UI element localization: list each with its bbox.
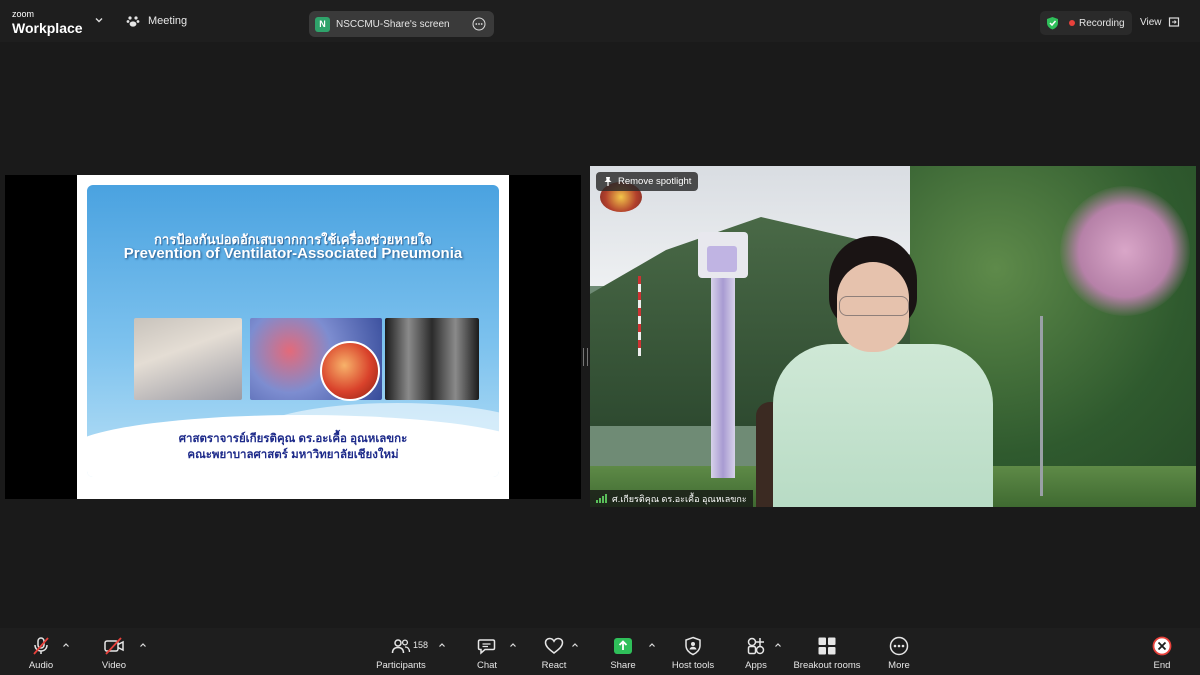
speaker-glasses (839, 296, 909, 316)
host-shield-icon (682, 635, 704, 657)
camera-off-icon (103, 635, 125, 657)
end-meeting-icon (1151, 635, 1173, 657)
view-label: View (1140, 16, 1162, 28)
speaker-body (773, 344, 993, 507)
paw-icon (126, 16, 140, 27)
end-label: End (1153, 660, 1171, 671)
breakout-rooms-label: Breakout rooms (793, 660, 861, 671)
slide-faculty: คณะพยาบาลศาสตร์ มหาวิทยาลัยเชียงใหม่ (187, 449, 399, 461)
more-options-icon[interactable] (472, 17, 486, 31)
view-layout-icon (1168, 17, 1179, 27)
brand-big: Workplace (12, 20, 83, 36)
chat-icon (476, 635, 498, 657)
zoom-logo[interactable]: zoom Workplace (12, 9, 83, 36)
slide-image-bacteria (320, 341, 380, 401)
slide-title: Prevention of Ventilator-Associated Pneu… (123, 245, 463, 262)
remove-spotlight-label: Remove spotlight (618, 176, 692, 187)
video-background-clock-tower (698, 232, 748, 478)
chevron-down-icon[interactable] (94, 15, 104, 25)
microphone-muted-icon (30, 635, 52, 657)
participants-options-chevron-icon[interactable] (438, 641, 446, 649)
participants-label: Participants (376, 660, 426, 671)
recording-dot-icon (1069, 20, 1075, 26)
breakout-rooms-button[interactable]: Breakout rooms (791, 628, 863, 675)
participant-name: ศ.เกียรติคุณ ดร.อะเคื้อ อุณหเลขกะ (612, 493, 747, 504)
tower-shaft (711, 278, 735, 478)
slide-image-ventilated-patient (134, 318, 242, 400)
participants-count: 158 (413, 640, 429, 650)
speaker-video-tile[interactable] (590, 166, 1196, 507)
more-button[interactable]: More (883, 628, 915, 675)
top-bar: zoom Workplace Meeting N NSCCMU-Share's … (0, 0, 1200, 42)
audio-label: Audio (28, 660, 54, 671)
remove-spotlight-button[interactable]: Remove spotlight (596, 172, 699, 191)
react-button[interactable]: React (538, 628, 570, 675)
meeting-toolbar: Audio Video Participants 158 Chat React … (0, 628, 1200, 675)
panel-resize-handle[interactable] (583, 348, 588, 366)
video-options-chevron-icon[interactable] (139, 641, 147, 649)
share-button[interactable]: Share (607, 628, 639, 675)
share-screen-icon (612, 635, 634, 657)
recording-label: Recording (1079, 17, 1125, 29)
more-icon (888, 635, 910, 657)
host-tools-button[interactable]: Host tools (668, 628, 718, 675)
meeting-label: Meeting (148, 15, 188, 27)
host-tools-label: Host tools (671, 660, 715, 671)
view-button[interactable]: View (1140, 16, 1180, 28)
react-label: React (541, 660, 567, 671)
participants-icon (390, 635, 412, 657)
video-button[interactable]: Video (96, 628, 132, 675)
participant-name-tag: ศ.เกียรติคุณ ดร.อะเคื้อ อุณหเลขกะ (590, 490, 753, 507)
brand-small: zoom (12, 9, 35, 19)
more-label: More (888, 660, 910, 671)
shield-check-icon (1047, 17, 1058, 30)
video-background-street-lamp (1040, 316, 1043, 496)
meeting-button[interactable]: Meeting (126, 14, 187, 28)
tower-clock (707, 246, 737, 272)
heart-icon (543, 635, 565, 657)
react-options-chevron-icon[interactable] (571, 641, 579, 649)
end-meeting-button[interactable]: End (1148, 628, 1176, 675)
video-background-antenna (638, 276, 641, 356)
share-options-chevron-icon[interactable] (648, 641, 656, 649)
apps-icon (745, 635, 767, 657)
share-pill-label: NSCCMU-Share's screen (336, 18, 450, 30)
screen-share-indicator[interactable]: N NSCCMU-Share's screen (309, 11, 494, 37)
chat-label: Chat (476, 660, 498, 671)
video-label: Video (101, 660, 127, 671)
chat-button[interactable]: Chat (472, 628, 502, 675)
audio-options-chevron-icon[interactable] (62, 641, 70, 649)
pin-icon (604, 177, 612, 186)
sharer-avatar: N (315, 16, 330, 32)
video-background-blossom (1060, 186, 1190, 316)
chat-options-chevron-icon[interactable] (509, 641, 517, 649)
breakout-rooms-icon (816, 635, 838, 657)
apps-label: Apps (745, 660, 767, 671)
share-label: Share (610, 660, 636, 671)
audio-button[interactable]: Audio (22, 628, 60, 675)
connection-signal-icon (596, 494, 607, 503)
apps-options-chevron-icon[interactable] (774, 641, 782, 649)
speaker-person (773, 234, 993, 507)
presentation-slide: การป้องกันปอดอักเสบจากการใช้เครื่องช่วยห… (77, 175, 509, 499)
participants-button[interactable]: Participants (374, 628, 428, 675)
apps-button[interactable]: Apps (740, 628, 772, 675)
recording-indicator[interactable]: Recording (1040, 11, 1132, 35)
slide-image-chest-xray (385, 318, 479, 400)
